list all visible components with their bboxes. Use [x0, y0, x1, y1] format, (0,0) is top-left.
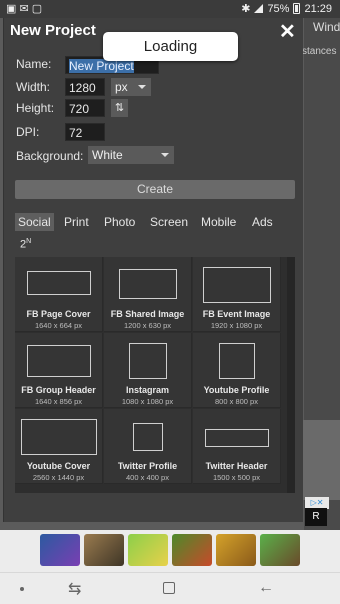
home-icon[interactable]: [163, 582, 175, 594]
navigation-bar: ⇆ ←: [0, 572, 340, 604]
height-label: Height:: [16, 101, 55, 115]
dpi-field[interactable]: 72: [65, 123, 105, 141]
template-tile[interactable]: FB Group Header 1640 x 856 px: [15, 333, 103, 408]
template-tile[interactable]: Youtube Cover 2560 x 1440 px: [15, 409, 103, 484]
ad-banner[interactable]: [0, 530, 340, 572]
loading-toast: Loading: [103, 32, 238, 61]
new-project-dialog: New Project ✕ Name: New Project Width: 1…: [3, 18, 303, 522]
chevron-down-icon: [161, 153, 169, 157]
create-button[interactable]: Create: [15, 180, 295, 199]
background-dropdown[interactable]: White: [88, 146, 174, 164]
nav-dot-icon: [20, 587, 24, 591]
width-label: Width:: [16, 80, 51, 94]
template-tile[interactable]: Youtube Profile 800 x 800 px: [193, 333, 281, 408]
dpi-label: DPI:: [16, 125, 40, 139]
template-tile[interactable]: Twitter Header 1500 x 500 px: [193, 409, 281, 484]
category-tabs: Social Print Photo Screen Mobile Ads: [15, 213, 295, 231]
clock: 21:29: [304, 2, 332, 15]
instances-label: stances: [302, 46, 337, 57]
template-preview: [27, 271, 91, 295]
tab-2n-sup: N: [26, 238, 32, 245]
template-name: Youtube Cover: [26, 461, 91, 471]
tab-mobile[interactable]: Mobile: [201, 213, 236, 231]
tab-screen[interactable]: Screen: [150, 213, 188, 231]
template-name: FB Event Image: [202, 309, 271, 319]
swap-icon[interactable]: ⇅: [111, 99, 128, 117]
template-tile[interactable]: FB Event Image 1920 x 1080 px: [193, 257, 281, 332]
template-preview: [27, 345, 91, 377]
name-value: New Project: [69, 59, 134, 73]
tab-social[interactable]: Social: [15, 213, 54, 231]
template-name: FB Page Cover: [26, 309, 91, 319]
ad-thumbnail[interactable]: [40, 534, 80, 566]
tab-ads[interactable]: Ads: [252, 213, 273, 231]
battery-icon: [293, 3, 301, 14]
recents-icon[interactable]: ⇆: [68, 579, 81, 599]
template-preview: [219, 343, 255, 379]
template-name: Twitter Profile: [117, 461, 178, 471]
template-size: 400 x 400 px: [126, 473, 169, 482]
template-name: FB Group Header: [21, 385, 96, 395]
status-right: ✱ 75% 21:29: [241, 2, 332, 16]
notification-icons: ▣ ✉ ▢: [6, 3, 43, 15]
template-size: 1920 x 1080 px: [210, 321, 263, 330]
template-grid: FB Page Cover 1640 x 664 px FB Shared Im…: [15, 257, 287, 493]
template-size: 1640 x 856 px: [34, 397, 83, 406]
tab-photo[interactable]: Photo: [104, 213, 135, 231]
template-name: Twitter Header: [205, 461, 268, 471]
template-name: FB Shared Image: [110, 309, 185, 319]
template-preview: [205, 429, 269, 447]
template-tile[interactable]: FB Shared Image 1200 x 630 px: [104, 257, 192, 332]
tab-print[interactable]: Print: [64, 213, 89, 231]
ad-thumbnail[interactable]: [216, 534, 256, 566]
width-field[interactable]: 1280: [65, 78, 105, 96]
template-name: Instagram: [125, 385, 169, 395]
template-preview: [21, 419, 97, 455]
unit-value: px: [115, 80, 128, 94]
side-ad[interactable]: R: [305, 508, 327, 526]
close-icon[interactable]: ✕: [279, 19, 296, 44]
template-size: 1640 x 664 px: [34, 321, 83, 330]
template-scrollbar[interactable]: [287, 257, 295, 493]
status-bar: ▣ ✉ ▢ ✱ 75% 21:29: [0, 0, 340, 18]
dialog-title: New Project: [10, 22, 96, 39]
height-field[interactable]: 720: [65, 99, 105, 117]
background-label: Background:: [16, 149, 84, 163]
signal-icon: [254, 4, 264, 13]
background-value: White: [92, 148, 123, 162]
template-tile[interactable]: Twitter Profile 400 x 400 px: [104, 409, 192, 484]
template-size: 1080 x 1080 px: [121, 397, 174, 406]
ad-thumbnail[interactable]: [172, 534, 212, 566]
unit-dropdown[interactable]: px: [111, 78, 151, 96]
bluetooth-icon: ✱: [241, 3, 251, 15]
name-label: Name:: [16, 57, 52, 71]
battery-percent: 75%: [267, 2, 290, 15]
template-name: Youtube Profile: [203, 385, 270, 395]
template-preview: [119, 269, 177, 299]
template-tile[interactable]: FB Page Cover 1640 x 664 px: [15, 257, 103, 332]
template-preview: [129, 343, 167, 379]
template-tile[interactable]: Instagram 1080 x 1080 px: [104, 333, 192, 408]
template-size: 1200 x 630 px: [123, 321, 172, 330]
ad-thumbnail[interactable]: [84, 534, 124, 566]
template-size: 2560 x 1440 px: [32, 473, 85, 482]
back-icon[interactable]: ←: [258, 579, 274, 597]
background-panel: [300, 420, 340, 500]
chevron-down-icon: [138, 85, 146, 89]
tab-2n[interactable]: 2N: [20, 238, 31, 251]
template-size: 1500 x 500 px: [212, 473, 261, 482]
template-preview: [133, 423, 163, 451]
ad-thumbnail[interactable]: [128, 534, 168, 566]
template-size: 800 x 800 px: [215, 397, 258, 406]
template-preview: [203, 267, 271, 303]
window-menu[interactable]: Wind: [313, 20, 340, 34]
ad-thumbnail[interactable]: [260, 534, 300, 566]
